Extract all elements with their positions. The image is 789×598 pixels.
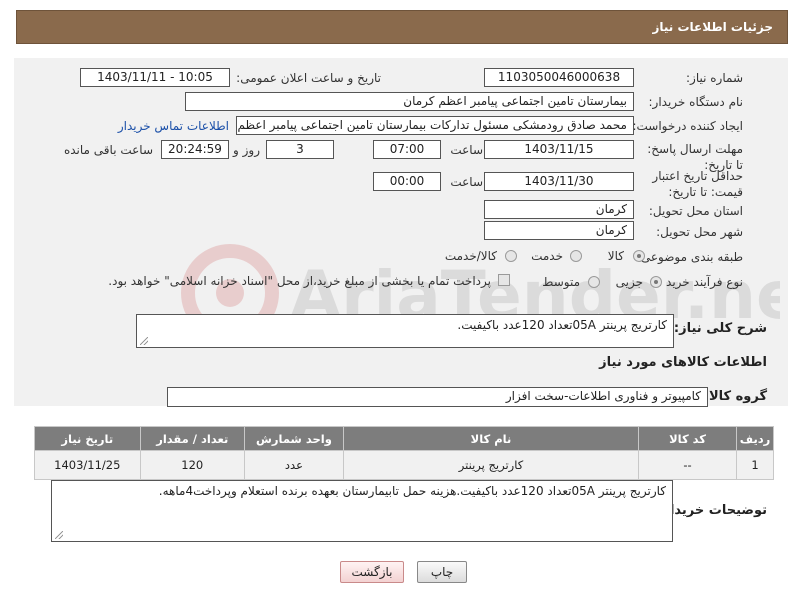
process-label: نوع فرآیند خرید :	[658, 275, 743, 289]
buyer-notes-text: کارتریج پرینتر 05Aتعداد 120عدد باکیفیت.ه…	[158, 484, 666, 498]
page-title: جزئیات اطلاعات نیاز	[652, 20, 773, 34]
col-item-code: کد کالا	[638, 426, 738, 451]
days-label: روز و	[233, 143, 260, 157]
table-header-row: تاریخ نیاز تعداد / مقدار واحد شمارش نام …	[34, 426, 774, 451]
validity-time-field: 00:00	[373, 172, 441, 191]
goods-group-field: کامپیوتر و فناوری اطلاعات-سخت افزار	[167, 387, 708, 407]
goods-group-label: گروه کالا:	[703, 389, 767, 404]
validity-date-field: 1403/11/30	[484, 172, 634, 191]
need-number-field: 1103050046000638	[484, 68, 634, 87]
table-row: 1403/11/25 120 عدد کارتریج پرینتر -- 1	[34, 450, 774, 480]
deadline-date-field: 1403/11/15	[484, 140, 634, 159]
payment-checkbox[interactable]	[498, 274, 510, 286]
creator-label: ایجاد کننده درخواست:	[632, 119, 743, 133]
summary-field: کارتریج پرینتر 05Aتعداد 120عدد باکیفیت.	[136, 314, 674, 348]
category-service-label: خدمت	[531, 249, 563, 263]
remaining-time-field: 20:24:59	[161, 140, 229, 159]
cell-quantity: 120	[139, 450, 245, 480]
deadline-time-label: ساعت	[450, 143, 483, 157]
process-minor-radio[interactable]	[650, 276, 662, 288]
category-service-radio[interactable]	[570, 250, 582, 262]
cell-row-number: 1	[736, 450, 774, 480]
category-both-radio[interactable]	[505, 250, 517, 262]
category-goods-radio[interactable]	[633, 250, 645, 262]
days-field: 3	[266, 140, 334, 159]
process-medium-radio[interactable]	[588, 276, 600, 288]
remaining-label: ساعت باقی مانده	[63, 143, 153, 157]
print-button[interactable]: چاپ	[417, 561, 467, 583]
back-button[interactable]: بازگشت	[340, 561, 404, 583]
category-label: طبقه بندی موضوعی:	[636, 250, 743, 264]
announce-label: تاریخ و ساعت اعلان عمومی:	[236, 71, 381, 85]
resize-grip-icon[interactable]	[140, 337, 148, 345]
col-row-number: ردیف	[736, 426, 774, 451]
goods-section-title: اطلاعات کالاهای مورد نیاز	[599, 355, 767, 370]
col-unit: واحد شمارش	[243, 426, 344, 451]
items-table: تاریخ نیاز تعداد / مقدار واحد شمارش نام …	[34, 426, 774, 480]
category-both-label: کالا/خدمت	[444, 249, 497, 263]
announce-field: 1403/11/11 - 10:05	[80, 68, 230, 87]
creator-field: محمد صادق رودمشکی مسئول تدارکات بیمارستا…	[236, 116, 634, 135]
province-label: استان محل تحویل:	[648, 204, 743, 218]
process-minor-label: جزیی	[615, 275, 643, 289]
buyer-notes-label: توضیحات خریدار:	[657, 503, 767, 518]
deadline-time-field: 07:00	[373, 140, 441, 159]
summary-label: شرح کلی نیاز:	[673, 321, 767, 336]
validity-label: حداقل تاریخ اعتبار قیمت: تا تاریخ:	[652, 169, 743, 199]
need-number-label: شماره نیاز:	[686, 71, 743, 85]
buyer-org-label: نام دستگاه خریدار:	[648, 95, 744, 109]
summary-text: کارتریج پرینتر 05Aتعداد 120عدد باکیفیت.	[457, 318, 667, 332]
col-item-name: نام کالا	[342, 426, 640, 451]
cell-need-date: 1403/11/25	[34, 450, 141, 480]
resize-grip-icon[interactable]	[55, 531, 63, 539]
col-quantity: تعداد / مقدار	[139, 426, 245, 451]
page-header: جزئیات اطلاعات نیاز	[16, 10, 788, 44]
buyer-org-field: بیمارستان تامین اجتماعی پیامبر اعظم کرما…	[185, 92, 634, 111]
validity-time-label: ساعت	[450, 175, 483, 189]
city-label: شهر محل تحویل:	[656, 225, 743, 239]
col-need-date: تاریخ نیاز	[34, 426, 141, 451]
city-field: کرمان	[484, 221, 634, 240]
category-goods-label: کالا	[607, 249, 624, 263]
cell-item-name: کارتریج پرینتر	[342, 450, 640, 480]
cell-item-code: --	[638, 450, 738, 480]
payment-note: پرداخت تمام یا بخشی از مبلغ خرید،از محل …	[108, 274, 491, 288]
cell-unit: عدد	[243, 450, 344, 480]
buyer-notes-field: کارتریج پرینتر 05Aتعداد 120عدد باکیفیت.ه…	[51, 480, 673, 542]
contact-info-link[interactable]: اطلاعات تماس خریدار	[118, 119, 229, 133]
province-field: کرمان	[484, 200, 634, 219]
process-medium-label: متوسط	[542, 275, 580, 289]
